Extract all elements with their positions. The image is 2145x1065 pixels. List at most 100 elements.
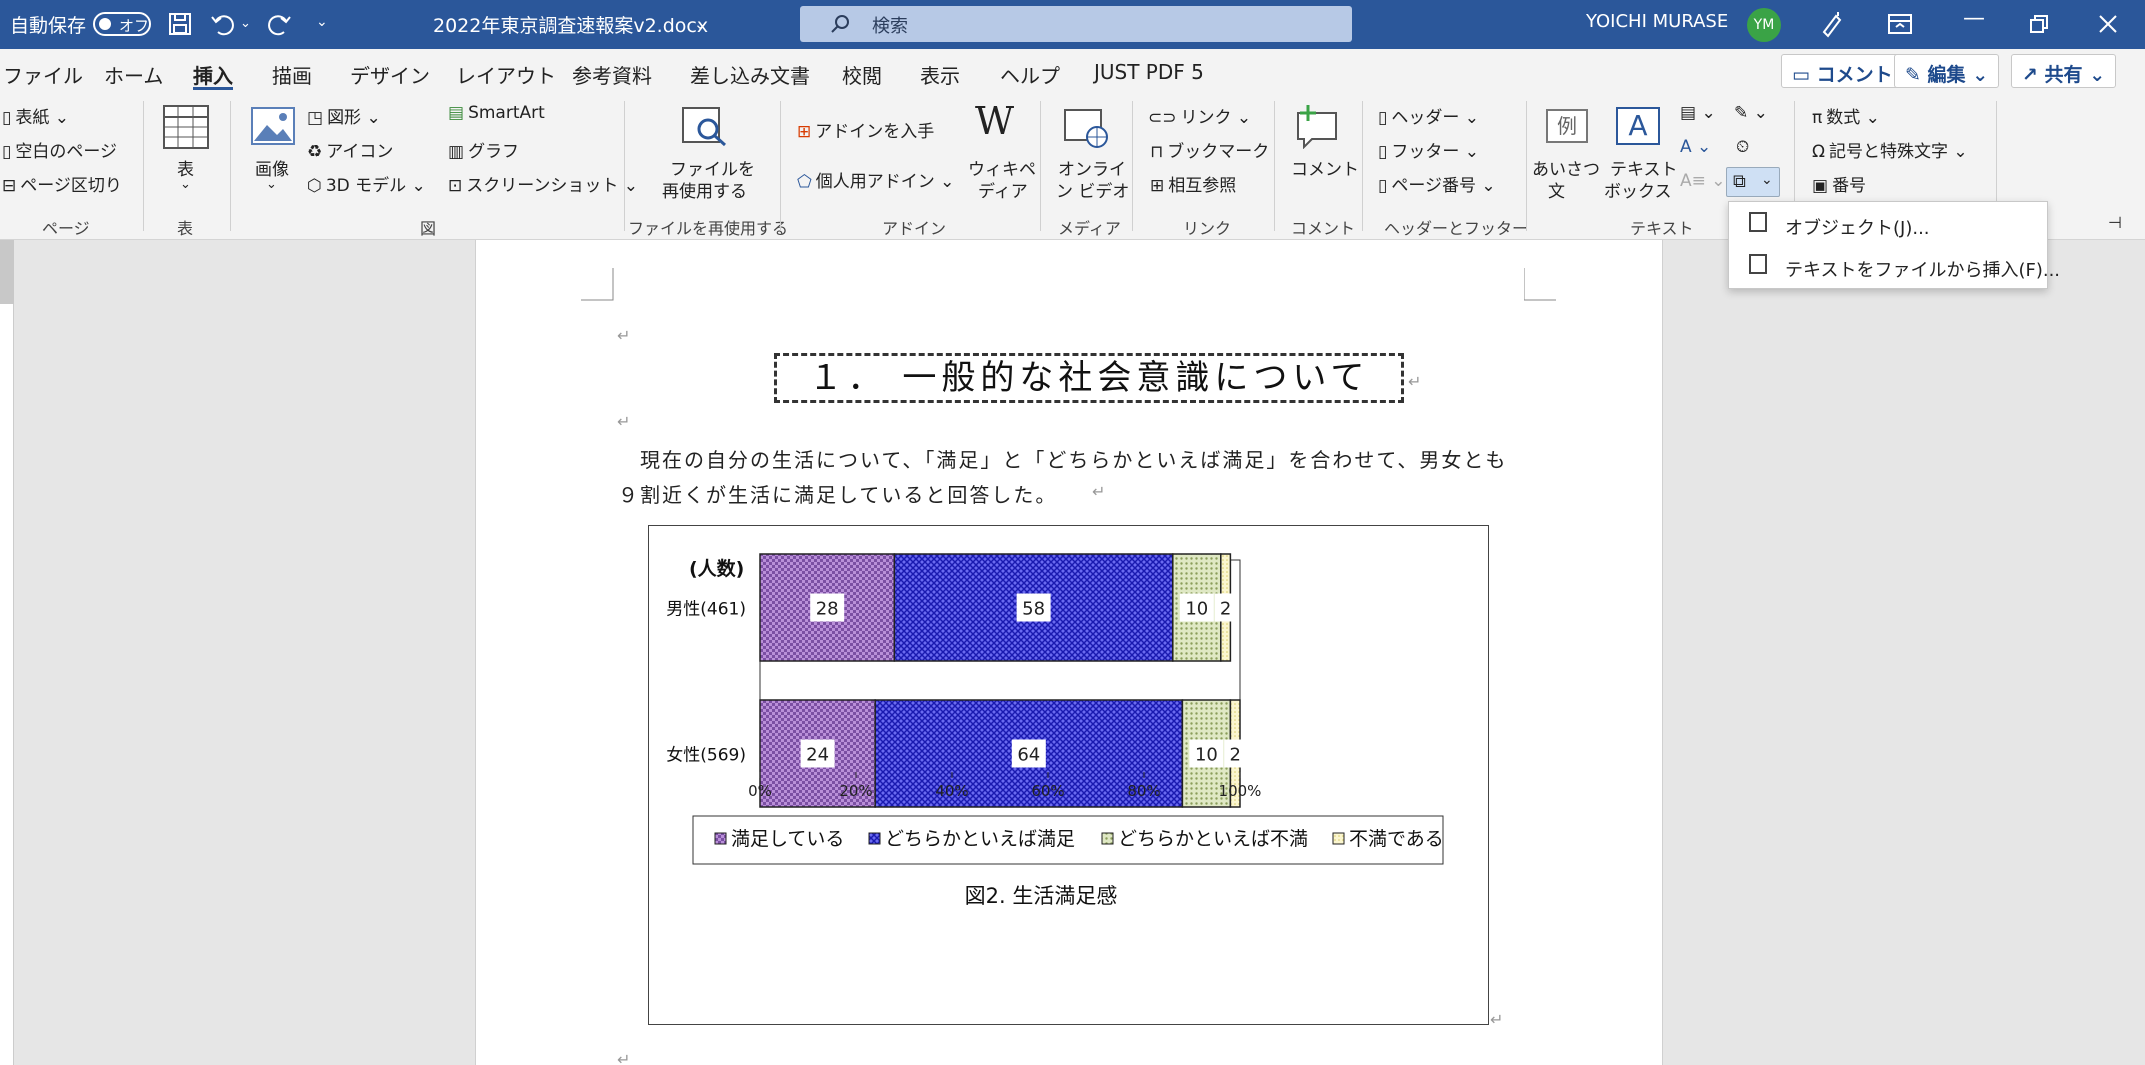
table-icon[interactable]	[163, 105, 209, 149]
document-title[interactable]: 2022年東京調査速報案v2.docx	[433, 11, 708, 38]
3d-model-label: 3D モデル	[325, 176, 407, 196]
menu-item-object[interactable]: オブジェクト(J)...	[1785, 214, 1930, 240]
edit-button[interactable]: ✎ 編集 ⌄	[1894, 54, 2000, 88]
3d-model-button[interactable]: ⬡ 3D モデル ⌄	[307, 171, 426, 196]
customize-qat-icon[interactable]: ⌄	[316, 14, 328, 30]
page-break-button[interactable]: ⊟ ページ区切り	[2, 171, 122, 196]
chart-button[interactable]: ▥ グラフ	[448, 137, 519, 162]
body-paragraph[interactable]: 現在の自分の生活について、「満足」と「どちらかといえば満足」を合わせて、男女とも…	[618, 443, 1528, 513]
number-button[interactable]: ▣ 番号	[1812, 171, 1866, 196]
tab-mailings[interactable]: 差し込み文書	[690, 60, 810, 89]
cross-reference-button[interactable]: ⊞ 相互参照	[1150, 171, 1236, 196]
group-label-text: テキスト	[1630, 219, 1694, 238]
equation-button[interactable]: π 数式 ⌄	[1812, 103, 1880, 128]
bookmark-button[interactable]: ⊓ ブックマーク	[1150, 137, 1269, 162]
tab-file[interactable]: ファイル	[3, 60, 83, 89]
wikipedia-label-2[interactable]: ディア	[978, 177, 1028, 202]
icons-button[interactable]: ♻ アイコン	[307, 137, 393, 162]
tab-review[interactable]: 校閲	[842, 60, 882, 89]
screenshot-button[interactable]: ⊡ スクリーンショット ⌄	[448, 171, 638, 196]
ribbon-display-icon[interactable]	[1888, 13, 1912, 35]
vertical-ruler[interactable]	[0, 240, 14, 1065]
picture-chevron-icon[interactable]: ⌄	[266, 177, 277, 192]
tab-insert[interactable]: 挿入	[193, 60, 233, 89]
save-icon[interactable]	[168, 12, 192, 36]
reuse-files-label-2[interactable]: 再使用する	[662, 177, 747, 202]
greeting-label-1[interactable]: あいさつ	[1532, 155, 1600, 180]
table-chevron-icon[interactable]: ⌄	[180, 177, 191, 192]
user-name[interactable]: YOICHI MURASE	[1586, 11, 1728, 32]
new-comment-label[interactable]: コメント	[1291, 155, 1359, 180]
signature-line-icon[interactable]: ✎ ⌄	[1734, 103, 1768, 123]
data-label: 64	[1017, 745, 1040, 766]
comment-button[interactable]: ▭ コメント	[1781, 54, 1904, 88]
tab-layout[interactable]: レイアウト	[456, 60, 556, 89]
tab-home[interactable]: ホーム	[104, 60, 163, 89]
object-button[interactable]: ⧉ ⌄	[1726, 167, 1780, 197]
text-box-label-2[interactable]: ボックス	[1604, 177, 1672, 202]
data-label: 28	[816, 599, 839, 620]
picture-icon[interactable]	[251, 107, 295, 145]
chart-frame[interactable]: (人数) 男性(461) 28 58 10 2 女性(569) 24 64 10 2 0% 20% 40%…	[648, 525, 1489, 1025]
link-button[interactable]: ⊂⊃ リンク ⌄	[1148, 103, 1251, 128]
store-icon: ⊞	[797, 122, 812, 142]
share-icon: ↗	[2022, 64, 2038, 86]
online-video-label-2[interactable]: ン ビデオ	[1056, 177, 1129, 202]
tab-design[interactable]: デザイン	[350, 60, 430, 89]
reuse-files-icon[interactable]	[682, 107, 728, 147]
page-number-button[interactable]: ▯ ページ番号 ⌄	[1378, 171, 1496, 196]
symbol-button[interactable]: Ω 記号と特殊文字 ⌄	[1812, 137, 1968, 162]
restore-icon[interactable]	[2030, 15, 2048, 33]
symbol-label: 記号と特殊文字	[1829, 142, 1948, 162]
tab-just-pdf[interactable]: JUST PDF 5	[1094, 60, 1204, 84]
divider	[1274, 101, 1275, 231]
share-button[interactable]: ↗ 共有 ⌄	[2011, 54, 2117, 88]
blank-page-button[interactable]: ▯ 空白のページ	[2, 137, 117, 162]
icons-icon: ♻	[307, 142, 323, 162]
tab-references[interactable]: 参考資料	[572, 60, 652, 89]
data-label: 10	[1185, 599, 1208, 620]
wikipedia-icon[interactable]: W	[975, 99, 1014, 143]
pencil-icon: ✎	[1905, 64, 1921, 86]
text-box-icon[interactable]: A	[1616, 107, 1660, 145]
tab-view[interactable]: 表示	[920, 60, 960, 89]
close-icon[interactable]	[2098, 14, 2118, 34]
quick-parts-icon[interactable]: ▤ ⌄	[1680, 103, 1716, 123]
menu-item-text-from-file[interactable]: テキストをファイルから挿入(F)...	[1785, 256, 2060, 282]
pin-ribbon-icon[interactable]: ⊣	[2108, 213, 2122, 232]
legend-label: どちらかといえば満足	[885, 828, 1075, 850]
search-box[interactable]: 検索	[800, 6, 1352, 42]
redo-icon[interactable]	[266, 11, 292, 37]
footer-button[interactable]: ▯ フッター ⌄	[1378, 137, 1479, 162]
greeting-icon[interactable]: 例	[1546, 109, 1588, 143]
date-time-icon[interactable]: ⏲	[1736, 137, 1749, 157]
paragraph-mark: ↵	[617, 326, 631, 345]
designer-pen-icon[interactable]	[1818, 10, 1846, 38]
get-addins-button[interactable]: ⊞ アドインを入手	[797, 117, 934, 142]
shapes-button[interactable]: ◳ 図形 ⌄	[307, 103, 381, 128]
group-label-reuse: ファイルを再使用する	[628, 219, 789, 238]
tab-help[interactable]: ヘルプ	[1000, 60, 1060, 89]
undo-dropdown-icon[interactable]: ⌄	[240, 16, 251, 31]
tab-draw[interactable]: 描画	[272, 60, 312, 89]
autosave-toggle[interactable]: オフ	[93, 12, 151, 36]
section-heading[interactable]: １． 一般的な社会意識について	[774, 353, 1404, 403]
title-chevron-icon[interactable]: ⌄	[694, 15, 707, 33]
footer-icon: ▯	[1378, 142, 1388, 162]
header-button[interactable]: ▯ ヘッダー ⌄	[1378, 103, 1479, 128]
cover-page-button[interactable]: ▯ 表紙 ⌄	[2, 103, 69, 128]
autosave-state: オフ	[119, 17, 150, 35]
drop-cap-icon[interactable]: A≡ ⌄	[1680, 171, 1726, 191]
blank-page-icon: ▯	[2, 142, 12, 162]
avatar[interactable]: YM	[1747, 8, 1781, 42]
my-addins-button[interactable]: ⬠ 個人用アドイン ⌄	[797, 167, 954, 192]
online-video-icon[interactable]	[1064, 107, 1110, 149]
divider	[1132, 101, 1133, 231]
new-comment-icon[interactable]	[1294, 103, 1340, 149]
omega-icon: Ω	[1812, 142, 1825, 162]
wordart-icon[interactable]: A ⌄	[1680, 137, 1711, 157]
smartart-button[interactable]: ▤ SmartArt	[448, 103, 545, 123]
greeting-label-2[interactable]: 文	[1548, 177, 1565, 202]
undo-icon[interactable]	[210, 11, 236, 37]
minimize-icon[interactable]: —	[1963, 6, 1985, 31]
